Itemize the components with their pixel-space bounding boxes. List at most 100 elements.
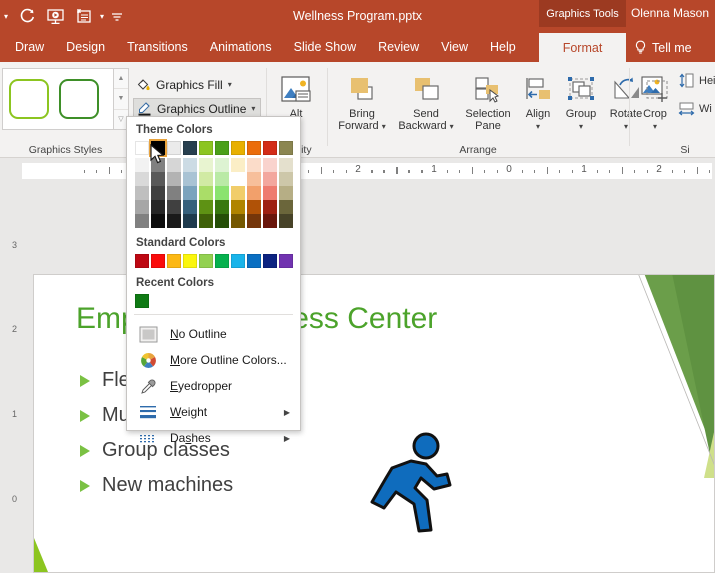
color-swatch[interactable]	[167, 172, 181, 186]
align-caret-icon[interactable]: ▾	[536, 122, 540, 131]
color-swatch[interactable]	[183, 254, 197, 268]
color-swatch[interactable]	[199, 158, 213, 172]
shape-width-field[interactable]: Wi	[678, 100, 712, 117]
color-swatch[interactable]	[215, 214, 229, 228]
color-swatch[interactable]	[263, 141, 277, 155]
color-swatch[interactable]	[231, 186, 245, 200]
tab-help[interactable]: Help	[479, 33, 527, 62]
color-swatch[interactable]	[135, 214, 149, 228]
theme-colors-row[interactable]	[135, 214, 300, 228]
send-backward-button[interactable]: Send Backward ▾	[393, 68, 459, 133]
recent-colors-row[interactable]	[135, 294, 300, 308]
color-swatch[interactable]	[183, 214, 197, 228]
color-swatch[interactable]	[263, 254, 277, 268]
color-swatch[interactable]	[199, 141, 213, 155]
color-swatch[interactable]	[247, 186, 261, 200]
color-swatch[interactable]	[151, 172, 165, 186]
tab-transitions[interactable]: Transitions	[116, 33, 199, 62]
gallery-scroll-down-icon[interactable]: ▼	[114, 89, 128, 110]
color-swatch[interactable]	[247, 141, 261, 155]
theme-colors-row[interactable]	[135, 172, 300, 186]
color-swatch[interactable]	[231, 214, 245, 228]
tab-draw[interactable]: Draw	[4, 33, 55, 62]
color-swatch[interactable]	[183, 141, 197, 155]
bring-forward-caret-icon[interactable]: ▾	[382, 122, 386, 131]
send-backward-caret-icon[interactable]: ▾	[450, 122, 454, 131]
qat-start-presentation-button[interactable]	[42, 4, 68, 30]
color-swatch[interactable]	[263, 172, 277, 186]
color-swatch[interactable]	[199, 200, 213, 214]
color-swatch[interactable]	[231, 254, 245, 268]
graphics-fill-button[interactable]: Graphics Fill ▾	[133, 74, 237, 95]
crop-button[interactable]: Crop ▾	[633, 68, 677, 133]
qat-new-slide-button[interactable]	[70, 4, 96, 30]
crop-caret-icon[interactable]: ▾	[653, 122, 657, 131]
color-swatch[interactable]	[199, 214, 213, 228]
color-swatch[interactable]	[247, 172, 261, 186]
selection-pane-button[interactable]: Selection Pane	[459, 68, 517, 132]
align-button[interactable]: Align ▾	[517, 68, 559, 133]
menu-item-dashes[interactable]: Dashes ▶	[127, 425, 300, 451]
color-swatch[interactable]	[167, 200, 181, 214]
color-swatch[interactable]	[151, 186, 165, 200]
vertical-ruler[interactable]: 3 2 1 0	[0, 184, 20, 573]
color-swatch[interactable]	[135, 158, 149, 172]
theme-colors-row[interactable]	[135, 200, 300, 214]
color-swatch[interactable]	[279, 200, 293, 214]
color-swatch[interactable]	[231, 141, 245, 155]
color-swatch[interactable]	[215, 141, 229, 155]
color-swatch[interactable]	[167, 214, 181, 228]
color-swatch[interactable]	[215, 172, 229, 186]
quick-access-toolbar[interactable]: ▾ ▾	[0, 0, 126, 33]
color-swatch[interactable]	[167, 254, 181, 268]
horizontal-ruler[interactable]: 621012	[0, 158, 715, 184]
tab-review[interactable]: Review	[367, 33, 430, 62]
color-swatch[interactable]	[199, 254, 213, 268]
color-swatch[interactable]	[279, 158, 293, 172]
tab-view[interactable]: View	[430, 33, 479, 62]
alt-text-button[interactable]: Alt	[268, 68, 324, 120]
color-swatch[interactable]	[135, 294, 149, 308]
qat-redo-button[interactable]	[14, 4, 40, 30]
color-swatch[interactable]	[167, 158, 181, 172]
color-swatch[interactable]	[231, 172, 245, 186]
list-item[interactable]: New machines	[80, 468, 233, 503]
color-swatch[interactable]	[247, 214, 261, 228]
standard-colors-row[interactable]	[135, 254, 300, 268]
color-swatch[interactable]	[199, 186, 213, 200]
color-swatch[interactable]	[263, 214, 277, 228]
color-swatch[interactable]	[215, 186, 229, 200]
graphics-fill-caret-icon[interactable]: ▾	[228, 80, 232, 89]
shape-height-field[interactable]: Hei	[678, 72, 715, 89]
color-swatch[interactable]	[183, 200, 197, 214]
color-swatch[interactable]	[215, 254, 229, 268]
qat-customize-button[interactable]	[108, 4, 126, 30]
menu-item-more-outline-colors[interactable]: More Outline Colors...	[127, 347, 300, 373]
color-swatch[interactable]	[151, 254, 165, 268]
menu-item-eyedropper[interactable]: Eyedropper	[127, 373, 300, 399]
color-swatch[interactable]	[183, 172, 197, 186]
color-swatch[interactable]	[231, 158, 245, 172]
group-button[interactable]: Group ▾	[559, 68, 603, 133]
color-swatch[interactable]	[247, 254, 261, 268]
color-swatch[interactable]	[263, 200, 277, 214]
color-swatch[interactable]	[263, 186, 277, 200]
color-swatch[interactable]	[215, 158, 229, 172]
color-swatch[interactable]	[151, 214, 165, 228]
menu-item-no-outline[interactable]: No Outline	[127, 321, 300, 347]
color-swatch[interactable]	[279, 254, 293, 268]
color-swatch[interactable]	[263, 158, 277, 172]
graphics-styles-gallery[interactable]	[2, 68, 114, 130]
theme-colors-row[interactable]	[135, 186, 300, 200]
color-swatch[interactable]	[279, 186, 293, 200]
tab-design[interactable]: Design	[55, 33, 116, 62]
gallery-scroll-up-icon[interactable]: ▲	[114, 69, 128, 90]
rotate-caret-icon[interactable]: ▾	[624, 122, 628, 131]
tab-slide-show[interactable]: Slide Show	[283, 33, 368, 62]
color-swatch[interactable]	[167, 141, 181, 155]
color-swatch[interactable]	[215, 200, 229, 214]
color-swatch[interactable]	[279, 141, 293, 155]
color-swatch[interactable]	[279, 214, 293, 228]
color-swatch[interactable]	[135, 200, 149, 214]
color-swatch[interactable]	[199, 172, 213, 186]
